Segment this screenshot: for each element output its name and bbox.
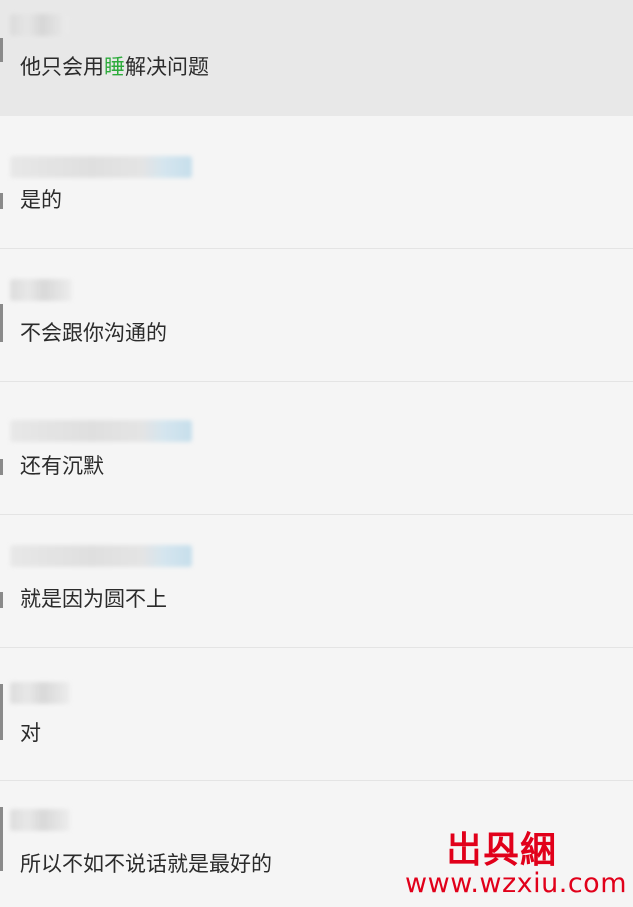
watermark-url: www.wzxiu.com	[405, 868, 627, 899]
list-item[interactable]: 对	[0, 648, 633, 780]
list-item[interactable]: 是的	[0, 116, 633, 248]
avatar	[0, 193, 3, 209]
watermark: 岀㒷綑 www.wzxiu.com	[372, 821, 627, 899]
list-item[interactable]: 他只会用睡解决问题	[0, 0, 633, 116]
obscured-sender-name	[10, 809, 70, 831]
obscured-sender-name	[10, 279, 72, 301]
message-text: 是的	[20, 188, 62, 212]
message-text: 就是因为圆不上	[20, 587, 167, 611]
avatar	[0, 304, 3, 342]
obscured-sender-name	[10, 545, 192, 567]
obscured-sender-name	[10, 420, 192, 442]
message-text: 他只会用睡解决问题	[20, 55, 209, 79]
avatar	[0, 684, 3, 740]
obscured-sender-name	[10, 14, 68, 36]
message-text: 对	[20, 721, 41, 745]
list-item[interactable]: 还有沉默	[0, 382, 633, 514]
chat-list: 他只会用睡解决问题 是的 不会跟你沟通的 还有沉默 就是因为圆不上 对 所以不如…	[0, 0, 633, 907]
list-item[interactable]: 就是因为圆不上	[0, 515, 633, 647]
obscured-sender-name	[10, 682, 70, 704]
watermark-logo: 岀㒷綑	[445, 830, 557, 871]
list-item[interactable]: 不会跟你沟通的	[0, 249, 633, 381]
highlighted-keyword: 睡	[104, 55, 125, 79]
avatar	[0, 592, 3, 608]
avatar	[0, 459, 3, 475]
message-text: 还有沉默	[20, 454, 104, 478]
message-text: 不会跟你沟通的	[20, 321, 167, 345]
message-text: 所以不如不说话就是最好的	[20, 852, 272, 876]
avatar	[0, 807, 3, 871]
avatar	[0, 38, 3, 62]
obscured-sender-name	[10, 156, 192, 178]
